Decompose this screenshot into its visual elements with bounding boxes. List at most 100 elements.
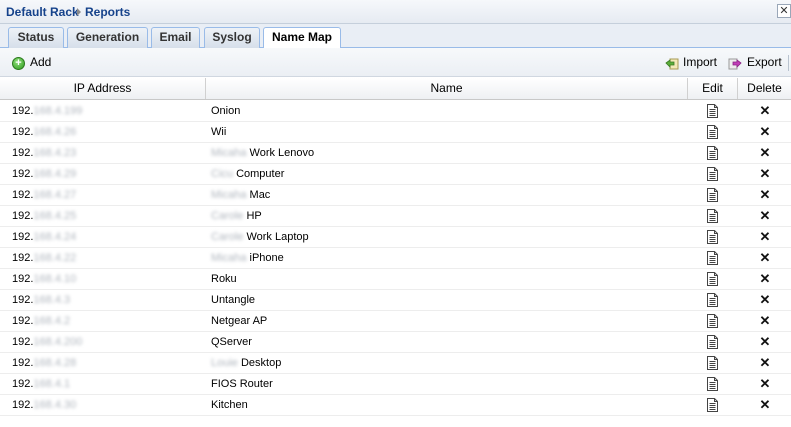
ip-cell: 192.168.4.3 xyxy=(12,290,202,310)
name-cell: QServer xyxy=(211,332,681,352)
name-text: Mac xyxy=(249,189,271,201)
delete-icon[interactable]: ✕ xyxy=(760,397,771,412)
edit-cell xyxy=(688,332,738,352)
grid-header: IP Address Name Edit Delete xyxy=(0,78,791,100)
name-cell: Carole Work Laptop xyxy=(211,227,681,247)
edit-cell xyxy=(688,122,738,142)
name-text: Wii xyxy=(211,126,227,138)
name-text: Kitchen xyxy=(211,399,248,411)
export-icon[interactable] xyxy=(728,57,742,70)
title-bar: Default Rack Reports ✕ xyxy=(0,0,791,24)
tab-name-map[interactable]: Name Map xyxy=(263,27,341,49)
export-button[interactable]: Export xyxy=(747,55,782,69)
edit-icon[interactable] xyxy=(707,335,718,349)
name-text: Netgear AP xyxy=(211,315,268,327)
add-button[interactable]: Add xyxy=(30,55,51,69)
edit-icon[interactable] xyxy=(707,104,718,118)
column-header-name[interactable]: Name xyxy=(206,78,688,99)
ip-cell: 192.168.4.26 xyxy=(12,122,202,142)
breadcrumb-default-rack[interactable]: Default Rack xyxy=(6,5,79,19)
ip-masked: 168.4.27 xyxy=(33,189,77,201)
delete-icon[interactable]: ✕ xyxy=(760,166,771,181)
ip-masked: 168.4.23 xyxy=(33,147,77,159)
delete-cell: ✕ xyxy=(739,227,791,247)
edit-icon[interactable] xyxy=(707,188,718,202)
delete-icon[interactable]: ✕ xyxy=(760,271,771,286)
table-row[interactable]: 192.168.4.23 Micaha Work Lenovo ✕ xyxy=(0,143,791,164)
table-row[interactable]: 192.168.4.26 Wii ✕ xyxy=(0,122,791,143)
edit-icon[interactable] xyxy=(707,356,718,370)
tab-email[interactable]: Email xyxy=(151,27,200,48)
delete-icon[interactable]: ✕ xyxy=(760,208,771,223)
name-text: FIOS Router xyxy=(211,378,273,390)
ip-cell: 192.168.4.22 xyxy=(12,248,202,268)
name-cell: Carole HP xyxy=(211,206,681,226)
edit-icon[interactable] xyxy=(707,167,718,181)
column-header-delete[interactable]: Delete xyxy=(738,78,791,99)
ip-masked: 168.4.24 xyxy=(33,231,77,243)
delete-icon[interactable]: ✕ xyxy=(760,187,771,202)
ip-prefix: 192. xyxy=(12,336,34,348)
table-row[interactable]: 192.168.4.28 Louie Desktop ✕ xyxy=(0,353,791,374)
ip-prefix: 192. xyxy=(12,105,34,117)
name-cell: Louie Desktop xyxy=(211,353,681,373)
delete-icon[interactable]: ✕ xyxy=(760,145,771,160)
table-row[interactable]: 192.168.4.22 Micaha iPhone ✕ xyxy=(0,248,791,269)
table-row[interactable]: 192.168.4.200 QServer ✕ xyxy=(0,332,791,353)
tab-generation[interactable]: Generation xyxy=(67,27,148,48)
delete-icon[interactable]: ✕ xyxy=(760,229,771,244)
delete-icon[interactable]: ✕ xyxy=(760,124,771,139)
table-row[interactable]: 192.168.4.24 Carole Work Laptop ✕ xyxy=(0,227,791,248)
ip-cell: 192.168.4.27 xyxy=(12,185,202,205)
name-cell: Micaha iPhone xyxy=(211,248,681,268)
table-row[interactable]: 192.168.4.3 Untangle ✕ xyxy=(0,290,791,311)
close-button[interactable]: ✕ xyxy=(777,4,791,18)
ip-masked: 168.4.200 xyxy=(33,336,83,348)
delete-icon[interactable]: ✕ xyxy=(760,250,771,265)
edit-icon[interactable] xyxy=(707,209,718,223)
delete-icon[interactable]: ✕ xyxy=(760,313,771,328)
ip-masked: 168.4.199 xyxy=(33,105,83,117)
ip-cell: 192.168.4.1 xyxy=(12,374,202,394)
edit-icon[interactable] xyxy=(707,251,718,265)
table-row[interactable]: 192.168.4.29 Cicu Computer ✕ xyxy=(0,164,791,185)
edit-icon[interactable] xyxy=(707,398,718,412)
edit-icon[interactable] xyxy=(707,377,718,391)
delete-icon[interactable]: ✕ xyxy=(760,334,771,349)
edit-icon[interactable] xyxy=(707,314,718,328)
table-row[interactable]: 192.168.4.2 Netgear AP ✕ xyxy=(0,311,791,332)
table-row[interactable]: 192.168.4.30 Kitchen ✕ xyxy=(0,395,791,416)
edit-icon[interactable] xyxy=(707,146,718,160)
ip-cell: 192.168.4.10 xyxy=(12,269,202,289)
edit-icon[interactable] xyxy=(707,125,718,139)
delete-icon[interactable]: ✕ xyxy=(760,355,771,370)
table-row[interactable]: 192.168.4.199 Onion ✕ xyxy=(0,101,791,122)
ip-cell: 192.168.4.29 xyxy=(12,164,202,184)
table-row[interactable]: 192.168.4.25 Carole HP ✕ xyxy=(0,206,791,227)
delete-icon[interactable]: ✕ xyxy=(760,376,771,391)
edit-cell xyxy=(688,290,738,310)
name-masked: Micaha xyxy=(211,147,247,159)
table-row[interactable]: 192.168.4.1 FIOS Router ✕ xyxy=(0,374,791,395)
edit-icon[interactable] xyxy=(707,230,718,244)
ip-prefix: 192. xyxy=(12,147,34,159)
ip-masked: 168.4.26 xyxy=(33,126,77,138)
column-header-edit[interactable]: Edit xyxy=(688,78,738,99)
name-cell: Cicu Computer xyxy=(211,164,681,184)
tab-syslog[interactable]: Syslog xyxy=(204,27,260,48)
import-button[interactable]: Import xyxy=(683,55,717,69)
tab-status[interactable]: Status xyxy=(8,27,64,48)
delete-icon[interactable]: ✕ xyxy=(760,103,771,118)
table-row[interactable]: 192.168.4.10 Roku ✕ xyxy=(0,269,791,290)
column-header-ip[interactable]: IP Address xyxy=(0,78,206,99)
table-row[interactable]: 192.168.4.27 Micaha Mac ✕ xyxy=(0,185,791,206)
edit-cell xyxy=(688,227,738,247)
import-icon[interactable] xyxy=(665,57,679,70)
edit-icon[interactable] xyxy=(707,293,718,307)
delete-icon[interactable]: ✕ xyxy=(760,292,771,307)
edit-cell xyxy=(688,185,738,205)
edit-cell xyxy=(688,353,738,373)
edit-icon[interactable] xyxy=(707,272,718,286)
add-icon[interactable]: + xyxy=(12,57,25,70)
ip-cell: 192.168.4.200 xyxy=(12,332,202,352)
